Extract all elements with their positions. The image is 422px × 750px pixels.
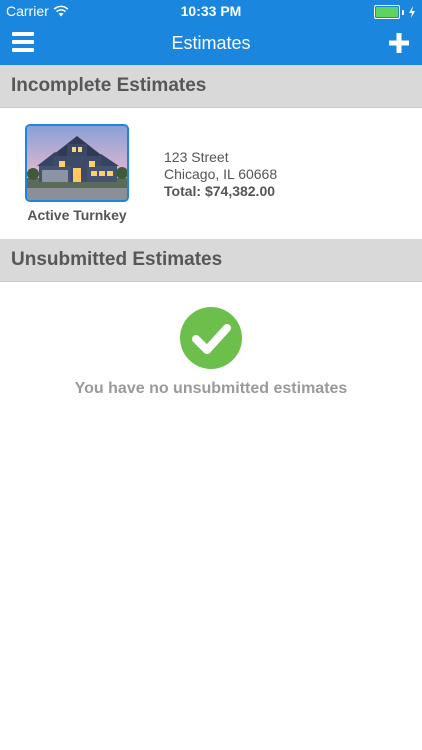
section-title: Unsubmitted Estimates <box>11 249 223 270</box>
add-estimate-button[interactable] <box>388 32 410 54</box>
app-header: Carrier 10:33 PM Estimates <box>0 0 422 65</box>
estimate-thumbnail <box>25 124 129 202</box>
house-photo <box>27 126 127 200</box>
incomplete-estimates-header: Incomplete Estimates <box>0 65 422 108</box>
estimate-list-item[interactable]: Active Turnkey 123 Street Chicago, IL 60… <box>0 108 422 239</box>
section-title: Incomplete Estimates <box>11 75 207 96</box>
navigation-bar: Estimates <box>0 22 422 65</box>
checkmark-circle-icon <box>180 307 242 369</box>
status-bar: Carrier 10:33 PM <box>0 0 422 22</box>
status-time: 10:33 PM <box>180 3 242 19</box>
plus-icon <box>389 33 409 53</box>
estimate-city: Chicago, IL 60668 <box>164 166 278 182</box>
battery-indicator <box>374 5 416 19</box>
charging-bolt-icon <box>409 6 415 18</box>
unsubmitted-estimates-header: Unsubmitted Estimates <box>0 239 422 282</box>
estimate-total: Total: $74,382.00 <box>164 183 276 199</box>
estimate-street: 123 Street <box>164 149 229 165</box>
page-title: Estimates <box>171 33 251 53</box>
unsubmitted-empty-state: You have no unsubmitted estimates <box>0 283 422 423</box>
estimate-name: Active Turnkey <box>27 207 127 223</box>
empty-message: You have no unsubmitted estimates <box>74 380 348 397</box>
battery-icon <box>374 5 400 19</box>
estimate-details: 123 Street Chicago, IL 60668 Total: $74,… <box>164 149 277 200</box>
